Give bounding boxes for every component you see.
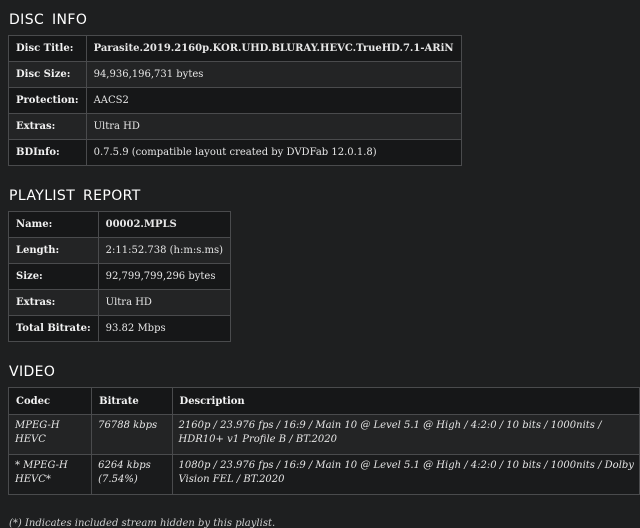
table-header-row: Codec Bitrate Description <box>7 387 640 415</box>
description-cell: 1080p / 23.976 fps / 16:9 / Main 10 @ Le… <box>171 454 640 495</box>
table-row: Extras: Ultra HD <box>8 113 462 140</box>
disc-size-value: 94,936,196,731 bytes <box>85 61 462 88</box>
video-footnote: (*) Indicates included stream hidden by … <box>9 518 276 528</box>
bitrate-column-header: Bitrate <box>91 387 173 415</box>
extras-value: Ultra HD <box>85 113 462 140</box>
disc-title-label: Disc Title: <box>8 35 87 62</box>
description-column-header: Description <box>171 387 640 415</box>
playlist-name-value: 00002.MPLS <box>97 211 232 238</box>
extras-label: Extras: <box>8 113 87 140</box>
bitrate-cell: 76788 kbps <box>91 414 173 455</box>
protection-label: Protection: <box>8 87 87 114</box>
table-row: Length: 2:11:52.738 (h:m:s.ms) <box>8 237 232 264</box>
total-bitrate-value: 93.82 Mbps <box>97 315 232 342</box>
bdinfo-value: 0.7.5.9 (compatible layout created by DV… <box>85 139 462 166</box>
playlist-extras-label: Extras: <box>8 289 99 316</box>
playlist-report-table: Name: 00002.MPLS Length: 2:11:52.738 (h:… <box>8 211 232 342</box>
disc-size-label: Disc Size: <box>8 61 87 88</box>
table-row: Total Bitrate: 93.82 Mbps <box>8 315 232 342</box>
playlist-report-heading: PLAYLIST REPORT <box>9 188 141 204</box>
size-label: Size: <box>8 263 99 290</box>
table-row: Disc Title: Parasite.2019.2160p.KOR.UHD.… <box>8 35 462 62</box>
table-row: Size: 92,799,799,296 bytes <box>8 263 232 290</box>
table-row: Protection: AACS2 <box>8 87 462 114</box>
disc-title-value: Parasite.2019.2160p.KOR.UHD.BLURAY.HEVC.… <box>85 35 462 62</box>
description-cell: 2160p / 23.976 fps / 16:9 / Main 10 @ Le… <box>171 414 640 455</box>
protection-value: AACS2 <box>85 87 462 114</box>
bdinfo-label: BDInfo: <box>8 139 87 166</box>
table-row: Name: 00002.MPLS <box>8 211 232 238</box>
total-bitrate-label: Total Bitrate: <box>8 315 99 342</box>
bdinfo-report-page: DISC INFO Disc Title: Parasite.2019.2160… <box>0 0 640 528</box>
codec-column-header: Codec <box>7 387 93 415</box>
disc-info-table: Disc Title: Parasite.2019.2160p.KOR.UHD.… <box>8 35 462 166</box>
video-table: Codec Bitrate Description MPEG-H HEVC 76… <box>7 387 640 495</box>
codec-cell: MPEG-H HEVC <box>7 414 93 455</box>
disc-info-heading: DISC INFO <box>9 12 88 28</box>
table-row: * MPEG-H HEVC* 6264 kbps (7.54%) 1080p /… <box>7 454 640 495</box>
table-row: Extras: Ultra HD <box>8 289 232 316</box>
length-label: Length: <box>8 237 99 264</box>
playlist-name-label: Name: <box>8 211 99 238</box>
bitrate-cell: 6264 kbps (7.54%) <box>91 454 173 495</box>
codec-cell: * MPEG-H HEVC* <box>7 454 93 495</box>
table-row: Disc Size: 94,936,196,731 bytes <box>8 61 462 88</box>
table-row: MPEG-H HEVC 76788 kbps 2160p / 23.976 fp… <box>7 414 640 455</box>
playlist-extras-value: Ultra HD <box>97 289 232 316</box>
video-heading: VIDEO <box>9 364 56 380</box>
length-value: 2:11:52.738 (h:m:s.ms) <box>97 237 232 264</box>
table-row: BDInfo: 0.7.5.9 (compatible layout creat… <box>8 139 462 166</box>
size-value: 92,799,799,296 bytes <box>97 263 232 290</box>
